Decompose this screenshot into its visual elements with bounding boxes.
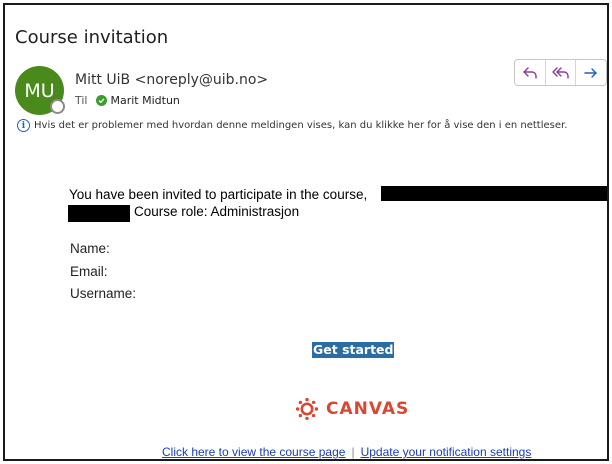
email-label: Email:: [70, 264, 108, 279]
check-icon: [95, 95, 107, 106]
forward-icon: [584, 67, 597, 78]
get-started-button[interactable]: Get started: [312, 342, 395, 358]
view-in-browser-notice[interactable]: i Hvis det er problemer med hvordan denn…: [17, 119, 567, 132]
name-label: Name:: [70, 241, 110, 256]
redacted-course-name-cont: [68, 205, 130, 222]
canvas-logo-icon: [295, 397, 319, 421]
canvas-logo: CANVAS: [295, 397, 409, 421]
course-role: Course role: Administrasjon: [134, 204, 300, 219]
info-message: Hvis det er problemer med hvordan denne …: [34, 120, 568, 131]
forward-button[interactable]: [576, 60, 606, 85]
reply-all-icon: [551, 66, 569, 79]
message-actions: [514, 59, 607, 86]
recipient-name: Marit Midtun: [110, 94, 180, 107]
email-subject: Course invitation: [15, 27, 169, 48]
sender-name[interactable]: Mitt UiB <noreply@uib.no>: [75, 72, 268, 88]
recipient-chip[interactable]: Marit Midtun: [95, 94, 180, 107]
info-icon: i: [17, 119, 30, 132]
to-label: Til: [75, 94, 88, 107]
notification-settings-link[interactable]: Update your notification settings: [361, 445, 532, 459]
username-label: Username:: [70, 286, 137, 301]
canvas-wordmark: CANVAS: [326, 399, 410, 419]
reply-button[interactable]: [515, 60, 546, 85]
email-reading-pane: Course invitation MU Mitt UiB <noreply@u…: [3, 3, 609, 461]
footer-links: Click here to view the course page | Upd…: [162, 445, 531, 459]
recipient-line: Til Marit Midtun: [75, 94, 180, 107]
course-page-link[interactable]: Click here to view the course page: [162, 445, 345, 459]
reply-all-button[interactable]: [546, 60, 577, 85]
footer-separator: |: [351, 445, 355, 459]
presence-status-icon: [50, 99, 65, 114]
reply-icon: [523, 66, 537, 79]
invite-text: You have been invited to participate in …: [69, 187, 368, 202]
redacted-course-name: [381, 186, 607, 201]
